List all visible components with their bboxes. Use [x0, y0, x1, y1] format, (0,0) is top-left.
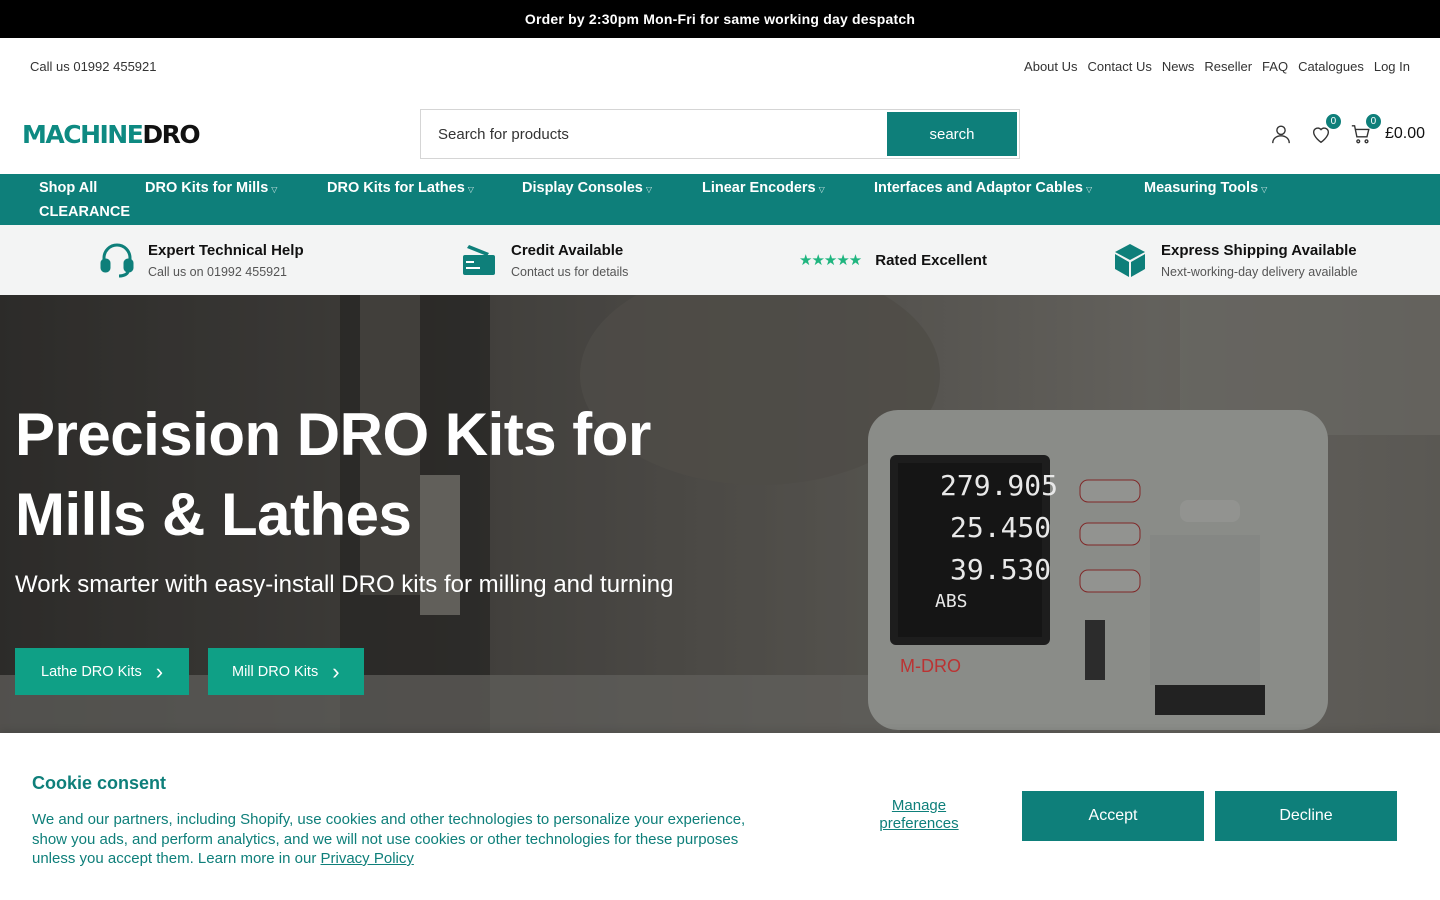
hero-banner: 279.905 25.450 39.530 ABS M-DRO Precisio…: [0, 295, 1440, 733]
account-icon[interactable]: [1269, 122, 1293, 146]
phone-link[interactable]: Call us 01992 455921: [30, 59, 157, 74]
link-news[interactable]: News: [1162, 59, 1195, 74]
nav-dro-kits-mills[interactable]: DRO Kits for Mills ▽: [145, 180, 277, 196]
link-contact-us[interactable]: Contact Us: [1088, 59, 1152, 74]
site-header: MACHINEDRO search 0 0 £0.00: [0, 94, 1440, 174]
chevron-down-icon: ▽: [271, 184, 278, 194]
usp-title: Express Shipping Available: [1161, 241, 1357, 259]
search-button[interactable]: search: [887, 112, 1017, 156]
header-actions: 0 0 £0.00: [1269, 94, 1425, 174]
hero-title: Precision DRO Kits for Mills & Lathes: [15, 401, 651, 548]
nav-label: Interfaces and Adaptor Cables: [874, 180, 1083, 196]
cookie-title: Cookie consent: [32, 773, 167, 793]
usp-credit: Credit Available Contact us for details: [461, 225, 628, 295]
search-form: search: [420, 109, 1020, 159]
credit-icon: [463, 245, 495, 275]
logo-part-1: MACHINE: [22, 119, 144, 149]
hero-subtitle: Work smarter with easy-install DRO kits …: [15, 571, 674, 598]
cookie-consent-banner: Cookie consent We and our partners, incl…: [0, 733, 1440, 900]
link-faq[interactable]: FAQ: [1262, 59, 1288, 74]
link-reseller[interactable]: Reseller: [1204, 59, 1252, 74]
nav-display-consoles[interactable]: Display Consoles ▽: [522, 180, 652, 196]
chevron-down-icon: ▽: [1085, 184, 1093, 194]
usp-bar: Expert Technical Help Call us on 01992 4…: [0, 225, 1440, 295]
nav-clearance[interactable]: CLEARANCE: [39, 204, 130, 220]
nav-label: Linear Encoders: [702, 180, 816, 196]
nav-linear-encoders[interactable]: Linear Encoders ▽: [702, 180, 825, 196]
wishlist-icon[interactable]: 0: [1309, 114, 1341, 146]
usp-title: Credit Available: [511, 241, 624, 259]
stars-icon: ★★★★★: [799, 252, 862, 269]
accept-button[interactable]: Accept: [1022, 791, 1204, 841]
decline-button[interactable]: Decline: [1215, 791, 1397, 841]
search-input[interactable]: [423, 112, 887, 156]
usp-sub: Next-working-day delivery available: [1161, 264, 1358, 279]
box-icon: [1115, 244, 1145, 277]
nav-label: Measuring Tools: [1144, 180, 1259, 196]
announcement-text: Order by 2:30pm Mon-Fri for same working…: [524, 11, 916, 27]
nav-shop-all[interactable]: Shop All: [39, 180, 97, 196]
usp-title: Rated Excellent: [875, 251, 987, 269]
headset-icon: [100, 243, 134, 278]
usp-shipping: Express Shipping Available Next-working-…: [1113, 225, 1358, 295]
logo-part-2: DRO: [142, 119, 200, 149]
readout-y: 25.450: [950, 511, 1051, 544]
readout-z: 39.530: [950, 553, 1051, 586]
chevron-down-icon: ▽: [818, 184, 825, 194]
device-brand-label: M-DRO: [900, 656, 961, 676]
logo[interactable]: MACHINE DRO: [22, 120, 420, 149]
manage-preferences-link[interactable]: Manage preferences: [860, 797, 978, 833]
cart-total[interactable]: £0.00: [1385, 125, 1425, 143]
cart-count: 0: [1365, 114, 1381, 129]
nav-label: DRO Kits for Lathes: [327, 180, 465, 196]
readout-mode: ABS: [935, 591, 968, 612]
link-log-in[interactable]: Log In: [1374, 59, 1410, 74]
privacy-policy-link[interactable]: Privacy Policy: [321, 850, 414, 867]
nav-measuring-tools[interactable]: Measuring Tools ▽: [1144, 180, 1267, 196]
readout-x: 279.905: [940, 469, 1058, 502]
utility-bar: Call us 01992 455921 About Us Contact Us…: [0, 38, 1440, 94]
nav-label: CLEARANCE: [39, 204, 131, 220]
chevron-down-icon: ▽: [645, 184, 653, 194]
usp-title: Expert Technical Help: [148, 241, 304, 259]
cookie-text: We and our partners, including Shopify, …: [32, 810, 762, 869]
main-nav: Shop All DRO Kits for Mills ▽ DRO Kits fo…: [0, 174, 1440, 225]
chevron-right-icon: ›: [332, 658, 340, 684]
nav-label: Display Consoles: [522, 180, 643, 196]
nav-label: Shop All: [39, 180, 98, 196]
device-brand: M-DRO: [900, 656, 961, 676]
link-about-us[interactable]: About Us: [1024, 59, 1077, 74]
nav-dro-kits-lathes[interactable]: DRO Kits for Lathes ▽: [327, 180, 474, 196]
utility-links: About Us Contact Us News Reseller FAQ Ca…: [1024, 59, 1410, 74]
chevron-down-icon: ▽: [467, 184, 474, 194]
button-label: Mill DRO Kits: [232, 663, 319, 680]
button-label: Lathe DRO Kits: [41, 663, 142, 680]
link-catalogues[interactable]: Catalogues: [1298, 59, 1364, 74]
lathe-dro-kits-button[interactable]: Lathe DRO Kits ›: [15, 648, 190, 695]
wishlist-count: 0: [1325, 114, 1341, 129]
usp-sub: Contact us for details: [511, 264, 629, 279]
nav-interfaces-cables[interactable]: Interfaces and Adaptor Cables ▽: [874, 180, 1092, 196]
chevron-right-icon: ›: [155, 658, 164, 684]
dro-readout: 279.905 25.450 39.530 ABS: [935, 469, 1058, 612]
usp-sub: Call us on 01992 455921: [148, 264, 288, 279]
chevron-down-icon: ▽: [1261, 184, 1268, 194]
nav-label: DRO Kits for Mills: [145, 180, 269, 196]
usp-technical-help: Expert Technical Help Call us on 01992 4…: [100, 225, 304, 295]
usp-rated: ★★★★★ Rated Excellent: [799, 225, 987, 295]
announcement-bar: Order by 2:30pm Mon-Fri for same working…: [0, 0, 1440, 38]
cart-icon[interactable]: 0: [1349, 114, 1381, 146]
mill-dro-kits-button[interactable]: Mill DRO Kits ›: [208, 648, 364, 695]
